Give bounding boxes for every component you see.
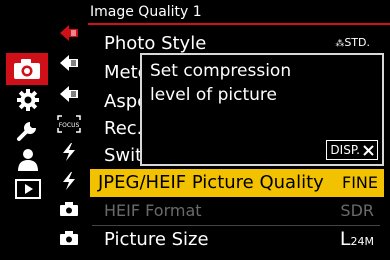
subtab-image-quality-1[interactable] bbox=[56, 22, 82, 44]
menu-item-label: Picture Size bbox=[104, 229, 209, 250]
close-icon bbox=[363, 144, 374, 156]
help-tooltip: Set compression level of picture DISP. bbox=[140, 53, 384, 166]
close-help-button[interactable]: DISP. bbox=[326, 140, 378, 160]
menu-item-value: SDR bbox=[340, 201, 374, 220]
subtab-flash-1[interactable] bbox=[56, 141, 82, 163]
menu-item-jpeg-heif-picture-quality[interactable]: JPEG/HEIF Picture Quality FINE bbox=[90, 169, 384, 197]
subtab-flash-2[interactable] bbox=[56, 170, 82, 192]
photo-camera-icon bbox=[14, 59, 40, 79]
image-quality-1-icon bbox=[60, 25, 78, 41]
camera-menu-screen: FOCUS Image Quality 1 Photo Style ⁂STD. bbox=[0, 0, 390, 260]
camera-icon bbox=[60, 202, 78, 216]
gear-icon bbox=[17, 89, 39, 111]
menu-item-label: HEIF Format bbox=[104, 201, 202, 220]
subtab-focus[interactable]: FOCUS bbox=[56, 113, 82, 135]
menu-item-label: JPEG/HEIF Picture Quality bbox=[98, 172, 324, 193]
focus-icon: FOCUS bbox=[57, 115, 81, 133]
wrench-icon bbox=[17, 122, 36, 141]
tab-setup[interactable] bbox=[8, 115, 48, 145]
menu-item-label: Rec. bbox=[104, 118, 143, 139]
subtab-image-quality-2[interactable] bbox=[56, 52, 82, 74]
menu-item-label: Photo Style bbox=[104, 33, 207, 54]
subtab-image-quality-3[interactable] bbox=[56, 83, 82, 105]
subtab-camera-2[interactable] bbox=[56, 227, 82, 249]
tooltip-line-2: level of picture bbox=[150, 85, 277, 105]
subtab-camera-1[interactable] bbox=[56, 198, 82, 220]
camera-icon bbox=[60, 231, 78, 245]
menu-item-value: L24M bbox=[339, 228, 374, 250]
flash-icon bbox=[63, 172, 75, 190]
photo-style-std-icon: ⁂STD. bbox=[335, 36, 370, 49]
image-quality-3-icon bbox=[60, 86, 78, 102]
tab-custom[interactable] bbox=[8, 85, 48, 115]
tab-playback[interactable] bbox=[8, 174, 48, 204]
flash-icon bbox=[63, 143, 75, 161]
svg-text:FOCUS: FOCUS bbox=[59, 122, 80, 129]
menu-item-heif-format[interactable]: HEIF Format SDR bbox=[92, 197, 380, 225]
tab-photo[interactable] bbox=[6, 53, 48, 85]
tooltip-text: Set compression level of picture bbox=[150, 59, 291, 107]
page-title: Image Quality 1 bbox=[90, 4, 202, 20]
disp-label: DISP. bbox=[330, 143, 360, 157]
menu-item-picture-size[interactable]: Picture Size L24M bbox=[92, 226, 380, 254]
person-icon bbox=[18, 149, 38, 171]
tab-my-menu[interactable] bbox=[8, 145, 48, 175]
menu-item-value: FINE bbox=[342, 173, 378, 192]
playback-icon bbox=[15, 179, 41, 199]
tooltip-line-1: Set compression bbox=[150, 61, 292, 81]
header-divider bbox=[88, 23, 390, 25]
menu-item-label: Swit bbox=[104, 145, 143, 166]
image-quality-2-icon bbox=[60, 55, 78, 71]
